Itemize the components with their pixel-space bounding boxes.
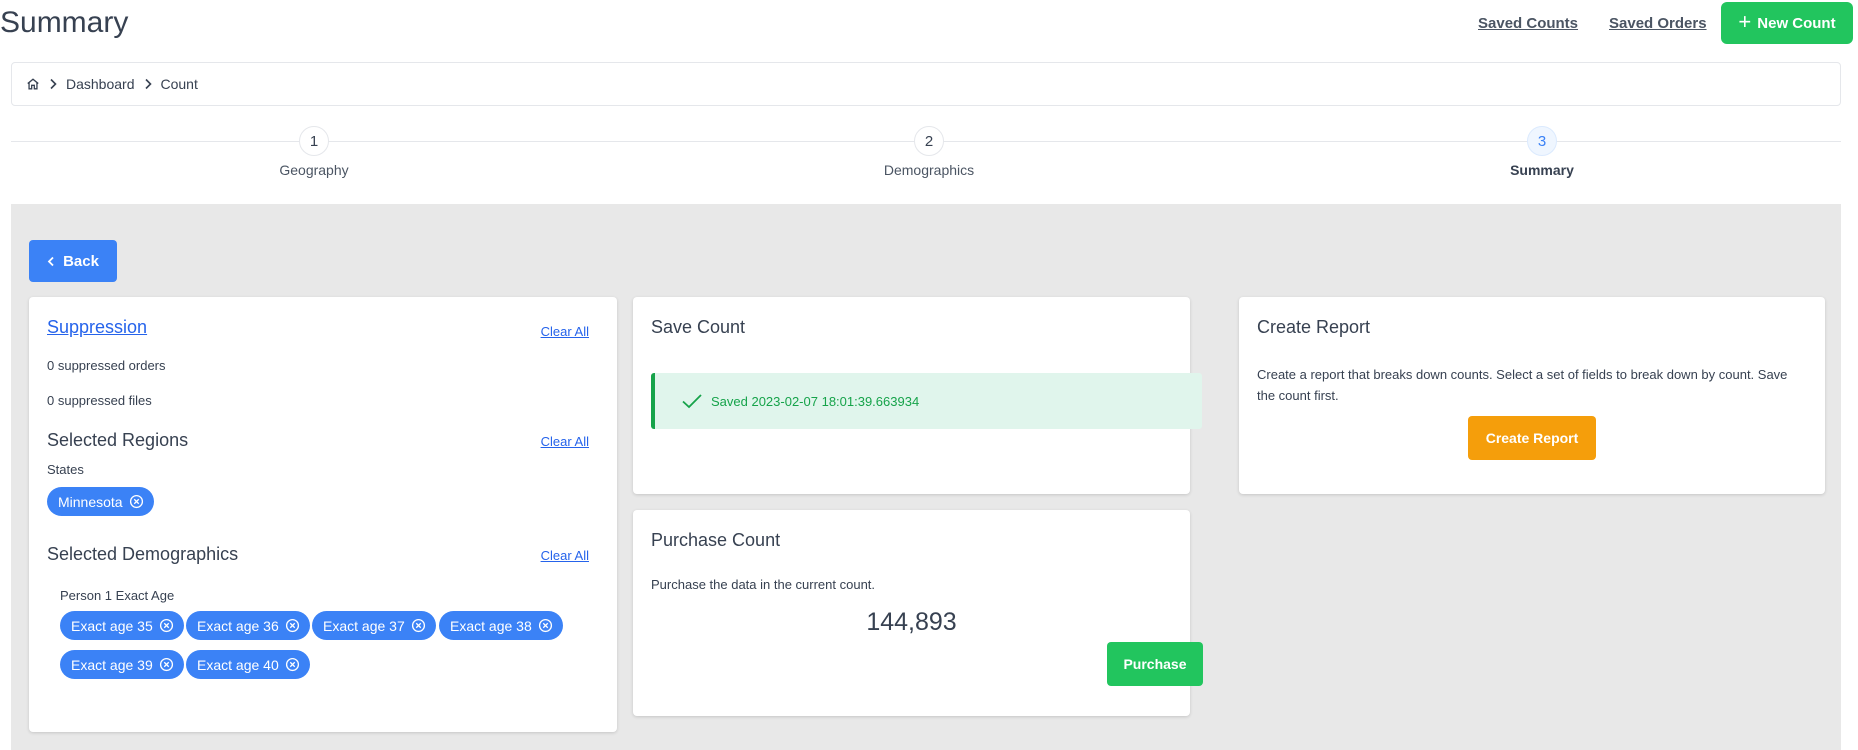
step-number: 1 (299, 126, 329, 156)
save-count-card: Save Count Saved 2023-02-07 18:01:39.663… (633, 297, 1202, 494)
plus-icon: + (1738, 9, 1752, 34)
step-geography[interactable]: 1 Geography (214, 116, 414, 178)
chip-label: Exact age 38 (450, 617, 532, 634)
region-chip[interactable]: Minnesota (47, 487, 154, 516)
create-report-description: Create a report that breaks down counts.… (1257, 367, 1788, 403)
check-icon (681, 393, 703, 409)
save-status-alert: Saved 2023-02-07 18:01:39.663934 (651, 373, 1202, 429)
remove-circle-icon[interactable] (538, 618, 553, 633)
chevron-right-icon (48, 78, 58, 90)
remove-circle-icon[interactable] (285, 618, 300, 633)
purchase-count-title: Purchase Count (651, 530, 781, 550)
save-count-title: Save Count (651, 317, 746, 337)
purchase-count-card: Purchase Count Purchase the data in the … (633, 510, 1203, 716)
chip-label: Exact age 35 (71, 617, 153, 634)
suppression-title[interactable]: Suppression (47, 317, 147, 338)
remove-circle-icon[interactable] (285, 657, 300, 672)
chevron-right-icon (143, 78, 153, 90)
selected-demographics-title: Selected Demographics (47, 544, 239, 564)
demographic-group-label: Person 1 Exact Age (60, 588, 175, 603)
chip-label: Exact age 37 (323, 617, 405, 634)
step-number: 2 (914, 126, 944, 156)
remove-circle-icon[interactable] (159, 657, 174, 672)
saved-orders-link[interactable]: Saved Orders (1609, 15, 1707, 32)
create-report-title: Create Report (1257, 317, 1371, 337)
remove-circle-icon[interactable] (129, 494, 144, 509)
demographic-chip[interactable]: Exact age 36 (186, 611, 310, 640)
selection-summary-card: Suppression Clear All 0 suppressed order… (29, 297, 617, 732)
demographic-chip[interactable]: Exact age 39 (60, 650, 184, 679)
home-icon[interactable] (26, 77, 40, 91)
breadcrumb-item-count: Count (160, 76, 198, 92)
selected-regions-title: Selected Regions (47, 430, 189, 450)
chevron-left-icon (47, 256, 55, 267)
chip-label: Exact age 36 (197, 617, 279, 634)
create-report-button[interactable]: Create Report (1468, 416, 1596, 460)
purchase-button[interactable]: Purchase (1107, 642, 1203, 686)
save-status-text: Saved 2023-02-07 18:01:39.663934 (711, 393, 920, 409)
suppressed-files-text: 0 suppressed files (47, 393, 152, 408)
step-demographics[interactable]: 2 Demographics (829, 116, 1029, 178)
remove-circle-icon[interactable] (411, 618, 426, 633)
demographic-chip[interactable]: Exact age 35 (60, 611, 184, 640)
step-label: Geography (279, 162, 349, 178)
count-value: 144,893 (866, 608, 957, 636)
states-label: States (47, 462, 84, 477)
back-button[interactable]: Back (29, 240, 117, 282)
chip-label: Exact age 40 (197, 656, 279, 673)
page-header: Summary Saved Counts Saved Orders + New … (0, 0, 1858, 48)
page-title: Summary (0, 6, 129, 39)
breadcrumb-item-dashboard[interactable]: Dashboard (66, 76, 135, 92)
demographic-chip[interactable]: Exact age 40 (186, 650, 310, 679)
clear-demographics-link[interactable]: Clear All (541, 548, 589, 563)
clear-suppression-link[interactable]: Clear All (541, 324, 589, 339)
new-count-label: New Count (1757, 14, 1836, 32)
create-report-card: Create Report Create a report that break… (1239, 297, 1825, 494)
demographic-chip[interactable]: Exact age 37 (312, 611, 436, 640)
new-count-button[interactable]: + New Count (1721, 2, 1853, 44)
main-content: Back Suppression Clear All 0 suppressed … (11, 204, 1841, 750)
step-number: 3 (1527, 126, 1557, 156)
clear-regions-link[interactable]: Clear All (541, 434, 589, 449)
demographic-chip[interactable]: Exact age 38 (439, 611, 563, 640)
suppressed-orders-text: 0 suppressed orders (47, 358, 166, 373)
chip-label: Exact age 39 (71, 656, 153, 673)
saved-counts-link[interactable]: Saved Counts (1478, 15, 1578, 32)
remove-circle-icon[interactable] (159, 618, 174, 633)
step-label: Demographics (883, 162, 975, 178)
chip-label: Minnesota (58, 493, 123, 510)
step-summary[interactable]: 3 Summary (1442, 116, 1642, 178)
breadcrumb: Dashboard Count (11, 62, 1841, 106)
purchase-description: Purchase the data in the current count. (651, 577, 876, 592)
back-label: Back (63, 252, 99, 270)
step-label: Summary (1510, 162, 1574, 178)
stepper: 1 Geography 2 Demographics 3 Summary (0, 116, 1858, 186)
